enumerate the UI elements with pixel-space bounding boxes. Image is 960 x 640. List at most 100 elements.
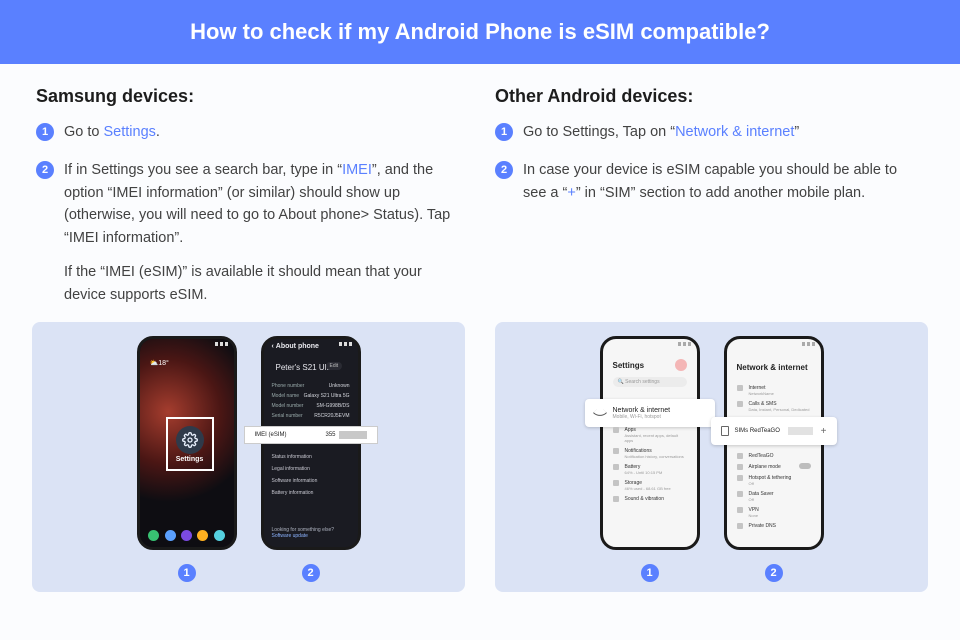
screenshot-index-badge: 2 xyxy=(765,564,783,582)
dock-app-icon xyxy=(181,530,192,541)
network-internet-title: Network & internet xyxy=(737,363,808,372)
edit-button: Edit xyxy=(326,362,343,370)
toggle-icon xyxy=(799,463,811,469)
dock-app-icon xyxy=(165,530,176,541)
list-item: Battery64% - Until 10:15 PM xyxy=(613,460,687,476)
dock xyxy=(146,530,228,541)
plus-icon: + xyxy=(821,426,827,437)
list-item: Sound & vibration xyxy=(613,492,687,503)
list-item: Software information xyxy=(272,475,350,487)
step-number-badge: 1 xyxy=(36,123,54,141)
samsung-heading: Samsung devices: xyxy=(36,86,465,107)
android-column: Other Android devices: 1 Go to Settings,… xyxy=(495,82,924,322)
list-item: AppsAssistant, recent apps, default apps xyxy=(613,423,687,444)
text: Go to Settings, Tap on “ xyxy=(523,124,675,140)
android-phone-1: Settings 🔍 Search settings Network & int… xyxy=(600,336,700,550)
step-extra-text: If the “IMEI (eSIM)” is available it sho… xyxy=(64,261,465,306)
text: ” xyxy=(794,124,799,140)
content-columns: Samsung devices: 1 Go to Settings. 2 If … xyxy=(0,64,960,322)
about-phone-sections: Status information Legal information Sof… xyxy=(272,451,350,499)
gear-icon xyxy=(176,426,204,454)
list-item: Airplane mode xyxy=(737,460,811,471)
step-text: Go to Settings. xyxy=(64,121,465,143)
search-settings-field: 🔍 Search settings xyxy=(613,377,687,387)
about-phone-title: ‹ About phone xyxy=(272,343,319,350)
text: ” in “SIM” section to add another mobile… xyxy=(576,185,865,201)
imei-esim-callout: IMEI (eSIM) 355 xyxy=(244,426,378,444)
imei-masked xyxy=(339,431,367,439)
dock-app-icon xyxy=(214,530,225,541)
list-item: Calls & SMSData, Instant, Personal, Dedi… xyxy=(737,397,811,413)
list-item: InternetNetworkName xyxy=(737,381,811,397)
samsung-steps: 1 Go to Settings. 2 If in Settings you s… xyxy=(36,121,465,306)
weather-widget: ⛅18° xyxy=(150,359,169,367)
network-list-top: InternetNetworkName Calls & SMSData, Ins… xyxy=(737,381,811,413)
samsung-phone-2-block: ‹ About phone Peter's S21 Ultra Edit Pho… xyxy=(261,336,361,582)
samsung-step-1: 1 Go to Settings. xyxy=(36,121,465,143)
sim-masked xyxy=(788,427,813,435)
dock-app-icon xyxy=(148,530,159,541)
screenshot-index-badge: 2 xyxy=(302,564,320,582)
status-bar xyxy=(733,342,815,346)
callout-subtitle: Mobile, Wi-Fi, hotspot xyxy=(613,414,671,420)
android-phone-2-block: Network & internet InternetNetworkName C… xyxy=(724,336,824,582)
android-step-1: 1 Go to Settings, Tap on “Network & inte… xyxy=(495,121,924,143)
about-phone-list: Phone numberUnknown Model nameGalaxy S21… xyxy=(272,381,350,421)
text: If in Settings you see a search bar, typ… xyxy=(64,162,342,178)
list-item: VPNNone xyxy=(737,503,811,519)
network-list-bottom: RedTeaGO Airplane mode Hotspot & tetheri… xyxy=(737,449,811,530)
imei-prefix: 355 xyxy=(325,432,335,438)
imei-esim-label: IMEI (eSIM) xyxy=(255,432,287,438)
callout-subtitle: RedTeaGO xyxy=(750,428,780,434)
samsung-phone-1-block: ⛅18° Settings 1 xyxy=(137,336,237,582)
settings-list: AppsAssistant, recent apps, default apps… xyxy=(613,423,687,503)
status-bar xyxy=(609,342,691,346)
list-item: Legal information xyxy=(272,463,350,475)
screenshot-index-badge: 1 xyxy=(178,564,196,582)
settings-link[interactable]: Settings xyxy=(104,124,156,140)
network-internet-link[interactable]: Network & internet xyxy=(675,124,794,140)
samsung-step-2: 2 If in Settings you see a search bar, t… xyxy=(36,159,465,306)
list-item: Data SaverOff xyxy=(737,487,811,503)
callout-title: SIMs xyxy=(735,428,749,434)
list-item: Hotspot & tetheringOff xyxy=(737,471,811,487)
samsung-column: Samsung devices: 1 Go to Settings. 2 If … xyxy=(36,82,465,322)
step-text: Go to Settings, Tap on “Network & intern… xyxy=(523,121,924,143)
list-item: Status information xyxy=(272,451,350,463)
sim-icon xyxy=(721,426,729,436)
list-item: Storage46% used - 68.61 GB free xyxy=(613,476,687,492)
list-row: Model nameGalaxy S21 Ultra 5G xyxy=(272,391,350,401)
list-item: RedTeaGO xyxy=(737,449,811,460)
footer-help: Looking for something else? Software upd… xyxy=(272,527,350,539)
step-number-badge: 2 xyxy=(495,161,513,179)
step-number-badge: 1 xyxy=(495,123,513,141)
step-text: In case your device is eSIM capable you … xyxy=(523,159,924,204)
android-step-2: 2 In case your device is eSIM capable yo… xyxy=(495,159,924,204)
text: Go to xyxy=(64,124,104,140)
settings-title: Settings xyxy=(613,361,645,370)
list-row: Phone numberUnknown xyxy=(272,381,350,391)
step-number-badge: 2 xyxy=(36,161,54,179)
sims-callout: SIMs RedTeaGO + xyxy=(711,417,837,445)
samsung-phone-1: ⛅18° Settings xyxy=(137,336,237,550)
avatar-icon xyxy=(675,359,687,371)
callout-title: Network & internet xyxy=(613,407,671,414)
page-title: How to check if my Android Phone is eSIM… xyxy=(190,19,770,45)
samsung-panel: ⛅18° Settings 1 xyxy=(32,322,465,592)
screenshot-index-badge: 1 xyxy=(641,564,659,582)
imei-link[interactable]: IMEI xyxy=(342,162,372,178)
settings-icon-highlight: Settings xyxy=(166,417,214,471)
android-phone-2: Network & internet InternetNetworkName C… xyxy=(724,336,824,550)
list-row: Model numberSM-G998B/DS xyxy=(272,401,350,411)
list-item: NotificationsNotification history, conve… xyxy=(613,444,687,460)
android-steps: 1 Go to Settings, Tap on “Network & inte… xyxy=(495,121,924,204)
android-phone-1-block: Settings 🔍 Search settings Network & int… xyxy=(600,336,700,582)
dock-app-icon xyxy=(197,530,208,541)
list-item: Battery information xyxy=(272,487,350,499)
screenshot-panels: ⛅18° Settings 1 xyxy=(0,322,960,616)
settings-icon-label: Settings xyxy=(176,456,204,463)
wifi-icon xyxy=(592,406,606,420)
android-heading: Other Android devices: xyxy=(495,86,924,107)
plus-link[interactable]: + xyxy=(567,185,575,201)
list-row: Serial numberR5CR20J5EVM xyxy=(272,411,350,421)
